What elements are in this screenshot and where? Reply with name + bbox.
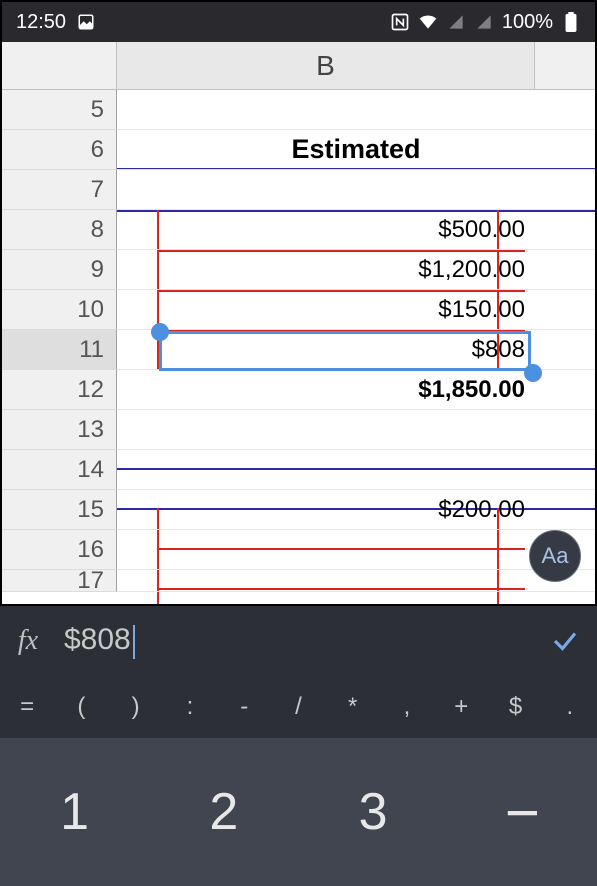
cell[interactable] — [117, 90, 595, 130]
nfc-icon — [390, 12, 410, 32]
row-header[interactable]: 5 — [2, 90, 117, 130]
row-header[interactable]: 15 — [2, 490, 117, 530]
row-header[interactable]: 7 — [2, 170, 117, 210]
fx-icon[interactable]: fx — [0, 625, 56, 657]
key-1[interactable]: 1 — [0, 738, 149, 886]
format-text-icon: Aa — [542, 543, 569, 569]
key-equals[interactable]: = — [0, 693, 54, 721]
key-period[interactable]: . — [543, 693, 597, 721]
numeric-keypad: 1 2 3 − — [0, 738, 597, 886]
row-header[interactable]: 9 — [2, 250, 117, 290]
key-rparen[interactable]: ) — [109, 693, 163, 721]
selection-box[interactable] — [159, 331, 531, 371]
battery-icon — [561, 12, 581, 32]
row-header[interactable]: 12 — [2, 370, 117, 410]
key-minus[interactable]: − — [448, 738, 597, 886]
confirm-button[interactable] — [533, 606, 597, 676]
column-header-b[interactable]: B — [117, 42, 535, 89]
formula-bar: fx $808 — [0, 604, 597, 676]
column-header-tail — [535, 42, 595, 89]
row-header[interactable]: 13 — [2, 410, 117, 450]
cell[interactable]: $1,850.00 — [117, 370, 595, 410]
row-header[interactable]: 14 — [2, 450, 117, 490]
wifi-icon — [418, 12, 438, 32]
key-lparen[interactable]: ( — [54, 693, 108, 721]
sim2-icon — [474, 12, 494, 32]
key-slash[interactable]: / — [271, 693, 325, 721]
cell[interactable]: $150.00 — [117, 290, 595, 330]
key-comma[interactable]: , — [380, 693, 434, 721]
row-header[interactable]: 10 — [2, 290, 117, 330]
text-cursor — [133, 625, 135, 659]
image-icon — [76, 12, 96, 32]
cell[interactable] — [117, 410, 595, 450]
symbol-key-row: = ( ) : - / * , + $ . — [0, 676, 597, 738]
cell[interactable]: $1,200.00 — [117, 250, 595, 290]
key-2[interactable]: 2 — [149, 738, 298, 886]
row-header[interactable]: 8 — [2, 210, 117, 250]
sheet-body[interactable]: 5 6Estimated 7 8$500.00 9$1,200.00 10$15… — [2, 90, 595, 592]
column-header-row: B — [2, 42, 595, 90]
cell[interactable]: $200.00 — [117, 490, 595, 530]
sim1-icon — [446, 12, 466, 32]
formula-input[interactable]: $808 — [56, 623, 533, 658]
key-3[interactable]: 3 — [299, 738, 448, 886]
battery-text: 100% — [502, 11, 553, 34]
row-header[interactable]: 11 — [2, 330, 117, 370]
key-colon[interactable]: : — [163, 693, 217, 721]
status-time: 12:50 — [16, 11, 66, 34]
selection-handle-br[interactable] — [524, 364, 542, 382]
status-bar: 12:50 100% — [2, 2, 595, 42]
key-star[interactable]: * — [326, 693, 380, 721]
cell[interactable]: Estimated — [117, 130, 595, 170]
corner-cell[interactable] — [2, 42, 117, 89]
key-plus[interactable]: + — [434, 693, 488, 721]
key-dash[interactable]: - — [217, 693, 271, 721]
cell[interactable] — [117, 450, 595, 490]
formula-value: $808 — [64, 623, 131, 656]
key-dollar[interactable]: $ — [488, 693, 542, 721]
selection-handle-tl[interactable] — [151, 323, 169, 341]
row-header[interactable]: 17 — [2, 570, 117, 592]
row-header[interactable]: 16 — [2, 530, 117, 570]
format-text-fab[interactable]: Aa — [529, 530, 581, 582]
row-header[interactable]: 6 — [2, 130, 117, 170]
cell[interactable]: $500.00 — [117, 210, 595, 250]
cell[interactable] — [117, 170, 595, 210]
cell[interactable] — [117, 530, 595, 570]
cell[interactable] — [117, 570, 595, 592]
